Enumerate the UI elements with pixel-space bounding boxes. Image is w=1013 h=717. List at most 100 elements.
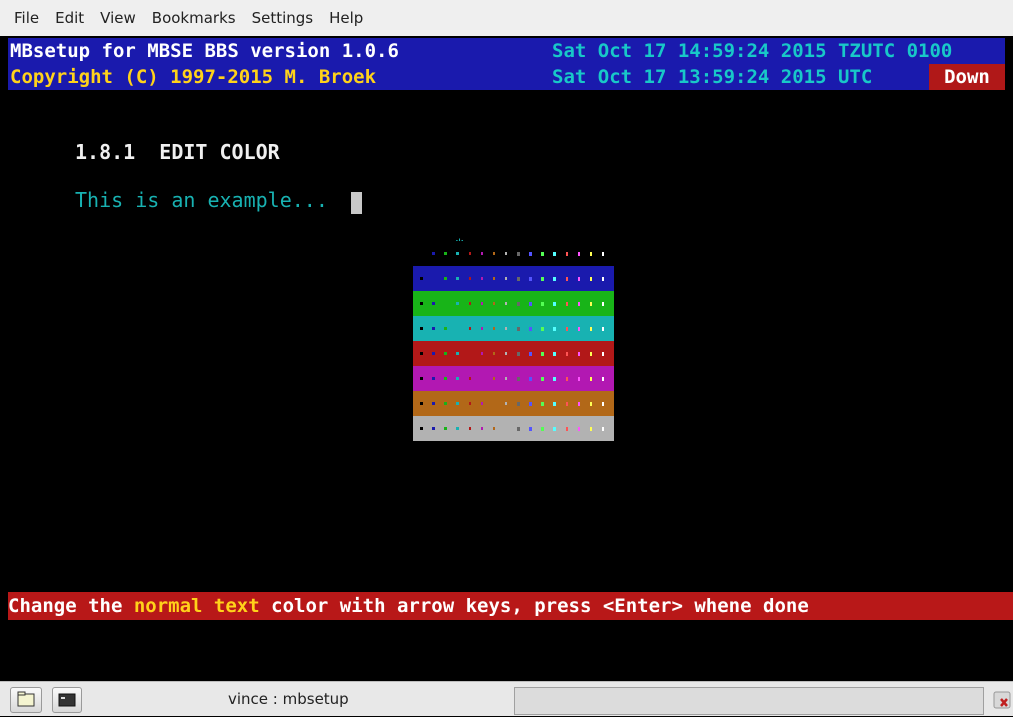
taskbar-input[interactable] bbox=[514, 687, 984, 715]
palette-cell[interactable] bbox=[517, 376, 520, 381]
menu-file[interactable]: File bbox=[6, 0, 47, 36]
palette-cell[interactable] bbox=[420, 377, 423, 380]
palette-cell[interactable] bbox=[541, 351, 544, 356]
palette-cell[interactable] bbox=[492, 427, 496, 430]
palette-cell[interactable] bbox=[601, 326, 605, 331]
palette-cell[interactable] bbox=[529, 301, 532, 306]
menu-edit[interactable]: Edit bbox=[47, 0, 92, 36]
launcher-button[interactable] bbox=[10, 687, 42, 713]
palette-cell[interactable] bbox=[504, 352, 508, 355]
palette-cell[interactable] bbox=[529, 326, 532, 331]
palette-cell[interactable] bbox=[504, 377, 508, 380]
palette-cell[interactable] bbox=[517, 401, 520, 406]
palette-cell[interactable] bbox=[529, 376, 532, 381]
palette-cell[interactable] bbox=[444, 377, 447, 380]
palette-cell[interactable] bbox=[589, 351, 593, 356]
palette-cell[interactable] bbox=[541, 276, 544, 281]
palette-row[interactable] bbox=[413, 366, 614, 391]
palette-cell[interactable] bbox=[529, 276, 532, 281]
palette-cell[interactable] bbox=[589, 276, 593, 281]
palette-cell[interactable] bbox=[565, 301, 569, 306]
palette-cell[interactable] bbox=[432, 277, 435, 280]
palette-cell[interactable] bbox=[456, 302, 459, 305]
taskbar-window-label[interactable]: vince : mbsetup bbox=[228, 682, 349, 717]
palette-cell[interactable] bbox=[577, 301, 581, 306]
palette-cell[interactable] bbox=[577, 251, 581, 256]
palette-cell[interactable] bbox=[529, 401, 532, 406]
palette-row[interactable] bbox=[413, 266, 614, 291]
palette-cell[interactable] bbox=[432, 377, 435, 380]
palette-cell[interactable] bbox=[468, 377, 472, 380]
palette-cell[interactable] bbox=[601, 401, 605, 406]
palette-cell[interactable] bbox=[432, 402, 435, 405]
palette-cell[interactable] bbox=[420, 402, 423, 405]
palette-cell[interactable] bbox=[541, 401, 544, 406]
palette-cell[interactable] bbox=[456, 252, 459, 255]
palette-cell[interactable] bbox=[517, 351, 520, 356]
palette-cell[interactable] bbox=[541, 326, 544, 331]
palette-cell[interactable] bbox=[589, 376, 593, 381]
menu-bookmarks[interactable]: Bookmarks bbox=[144, 0, 244, 36]
palette-cell[interactable] bbox=[456, 352, 459, 355]
terminal-screen[interactable]: MBsetup for MBSE BBS version 1.0.6 Sat O… bbox=[8, 36, 1013, 681]
palette-cell[interactable] bbox=[577, 426, 581, 431]
palette-cell[interactable] bbox=[444, 302, 447, 305]
palette-cell[interactable] bbox=[468, 327, 472, 330]
palette-cell[interactable] bbox=[565, 376, 569, 381]
palette-cell[interactable] bbox=[589, 301, 593, 306]
palette-cell[interactable] bbox=[504, 427, 508, 430]
palette-cell[interactable] bbox=[553, 251, 556, 256]
palette-row[interactable] bbox=[413, 241, 614, 266]
palette-cell[interactable] bbox=[492, 252, 496, 255]
palette-cell[interactable] bbox=[444, 327, 447, 330]
menu-settings[interactable]: Settings bbox=[244, 0, 322, 36]
palette-cell[interactable] bbox=[577, 326, 581, 331]
palette-cell[interactable] bbox=[553, 401, 556, 406]
palette-cell[interactable] bbox=[492, 277, 496, 280]
palette-cell[interactable] bbox=[468, 402, 472, 405]
palette-cell[interactable] bbox=[565, 351, 569, 356]
palette-cell[interactable] bbox=[541, 426, 544, 431]
palette-row[interactable] bbox=[413, 416, 614, 441]
palette-row[interactable] bbox=[413, 391, 614, 416]
palette-cell[interactable] bbox=[565, 251, 569, 256]
menu-help[interactable]: Help bbox=[321, 0, 371, 36]
palette-cell[interactable] bbox=[517, 301, 520, 306]
palette-cell[interactable] bbox=[480, 252, 484, 255]
palette-cell[interactable] bbox=[504, 302, 508, 305]
palette-cell[interactable] bbox=[492, 402, 496, 405]
palette-cell[interactable] bbox=[468, 302, 472, 305]
palette-cell[interactable] bbox=[529, 251, 532, 256]
palette-cell[interactable] bbox=[444, 427, 447, 430]
palette-cell[interactable] bbox=[468, 277, 472, 280]
palette-row[interactable] bbox=[413, 291, 614, 316]
palette-cell[interactable] bbox=[456, 327, 459, 330]
palette-cell[interactable] bbox=[432, 252, 435, 255]
palette-cell[interactable] bbox=[432, 327, 435, 330]
color-palette[interactable]: * bbox=[413, 235, 614, 441]
palette-cell[interactable] bbox=[529, 426, 532, 431]
palette-row[interactable] bbox=[413, 316, 614, 341]
palette-cell[interactable] bbox=[480, 402, 484, 405]
palette-cell[interactable] bbox=[517, 426, 520, 431]
palette-cell[interactable] bbox=[432, 427, 435, 430]
palette-cell[interactable] bbox=[601, 351, 605, 356]
palette-cell[interactable] bbox=[480, 327, 484, 330]
palette-cell[interactable] bbox=[444, 277, 447, 280]
palette-cell[interactable] bbox=[480, 277, 484, 280]
palette-cell[interactable] bbox=[589, 401, 593, 406]
palette-cell[interactable] bbox=[444, 402, 447, 405]
palette-cell[interactable] bbox=[444, 352, 447, 355]
palette-cell[interactable] bbox=[601, 251, 605, 256]
palette-cell[interactable] bbox=[504, 277, 508, 280]
palette-cell[interactable] bbox=[553, 351, 556, 356]
palette-cell[interactable] bbox=[601, 276, 605, 281]
palette-cell[interactable] bbox=[420, 302, 423, 305]
palette-cell[interactable] bbox=[553, 326, 556, 331]
terminal-task-button[interactable] bbox=[52, 687, 82, 713]
palette-cell[interactable] bbox=[577, 351, 581, 356]
palette-cell[interactable] bbox=[565, 326, 569, 331]
palette-cell[interactable] bbox=[565, 276, 569, 281]
palette-cell[interactable] bbox=[456, 402, 459, 405]
palette-cell[interactable] bbox=[577, 276, 581, 281]
